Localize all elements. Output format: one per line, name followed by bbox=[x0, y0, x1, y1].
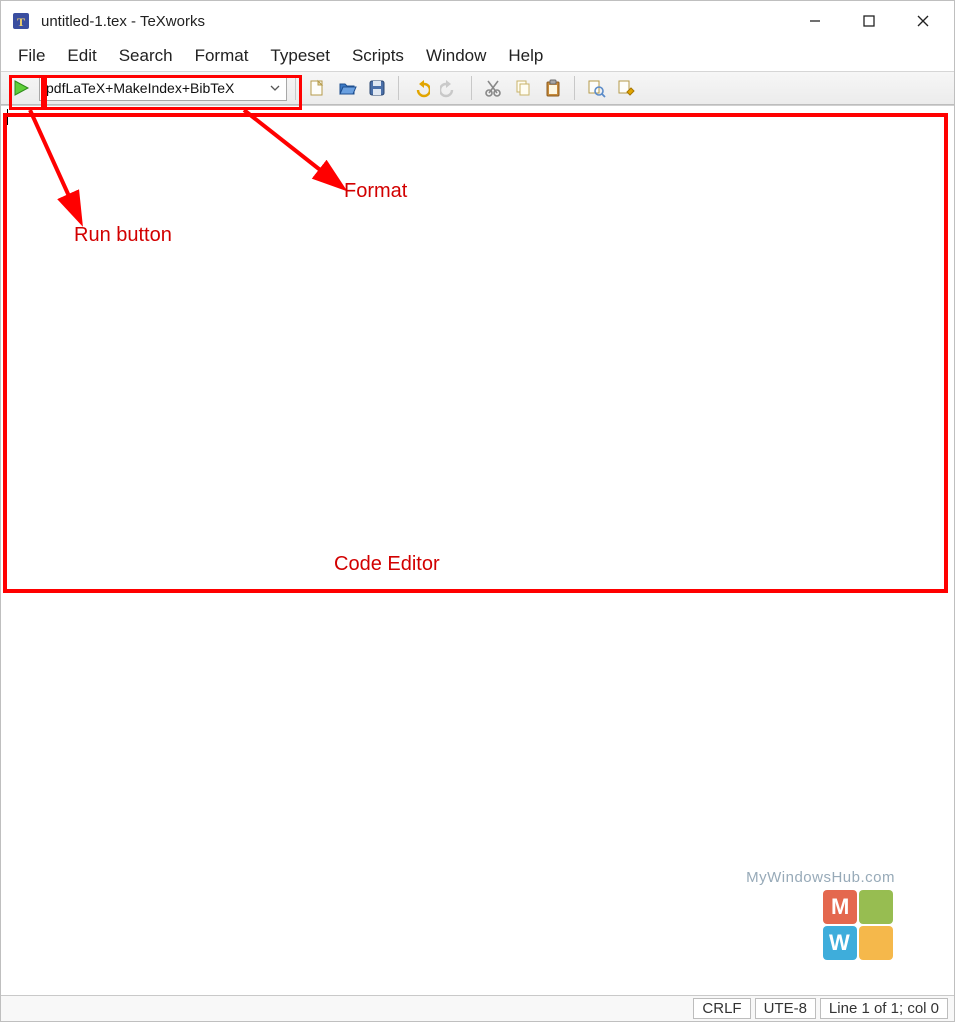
code-editor[interactable] bbox=[1, 105, 954, 995]
toolbar-separator bbox=[295, 76, 296, 100]
toolbar-separator bbox=[574, 76, 575, 100]
menu-scripts[interactable]: Scripts bbox=[341, 43, 415, 69]
title-bar: T untitled-1.tex - TeXworks bbox=[1, 1, 954, 41]
replace-button[interactable] bbox=[613, 75, 639, 101]
window-title: untitled-1.tex - TeXworks bbox=[41, 13, 205, 30]
menu-edit[interactable]: Edit bbox=[56, 43, 107, 69]
menu-format[interactable]: Format bbox=[184, 43, 260, 69]
cut-button[interactable] bbox=[480, 75, 506, 101]
status-bar: CRLF UTE-8 Line 1 of 1; col 0 bbox=[1, 995, 954, 1021]
copy-button[interactable] bbox=[510, 75, 536, 101]
save-button[interactable] bbox=[364, 75, 390, 101]
status-line-ending[interactable]: CRLF bbox=[693, 998, 750, 1019]
menu-file[interactable]: File bbox=[7, 43, 56, 69]
find-button[interactable] bbox=[583, 75, 609, 101]
text-cursor bbox=[7, 109, 8, 125]
engine-select-value: pdfLaTeX+MakeIndex+BibTeX bbox=[46, 80, 234, 96]
maximize-button[interactable] bbox=[842, 1, 896, 41]
typeset-run-button[interactable] bbox=[7, 74, 35, 102]
menu-window[interactable]: Window bbox=[415, 43, 497, 69]
toolbar-separator bbox=[398, 76, 399, 100]
app-window: T untitled-1.tex - TeXworks File Edit Se… bbox=[0, 0, 955, 1022]
chevron-down-icon bbox=[270, 80, 280, 96]
paste-button[interactable] bbox=[540, 75, 566, 101]
toolbar: pdfLaTeX+MakeIndex+BibTeX bbox=[1, 71, 954, 105]
new-file-button[interactable] bbox=[304, 75, 330, 101]
status-encoding[interactable]: UTE-8 bbox=[755, 998, 816, 1019]
engine-select[interactable]: pdfLaTeX+MakeIndex+BibTeX bbox=[39, 75, 287, 101]
undo-button[interactable] bbox=[407, 75, 433, 101]
minimize-button[interactable] bbox=[788, 1, 842, 41]
app-icon: T bbox=[9, 9, 33, 33]
menu-bar: File Edit Search Format Typeset Scripts … bbox=[1, 41, 954, 71]
status-position[interactable]: Line 1 of 1; col 0 bbox=[820, 998, 948, 1019]
menu-help[interactable]: Help bbox=[497, 43, 554, 69]
menu-typeset[interactable]: Typeset bbox=[259, 43, 341, 69]
toolbar-separator bbox=[471, 76, 472, 100]
redo-button[interactable] bbox=[437, 75, 463, 101]
open-file-button[interactable] bbox=[334, 75, 360, 101]
menu-search[interactable]: Search bbox=[108, 43, 184, 69]
svg-text:T: T bbox=[17, 15, 25, 29]
close-button[interactable] bbox=[896, 1, 950, 41]
